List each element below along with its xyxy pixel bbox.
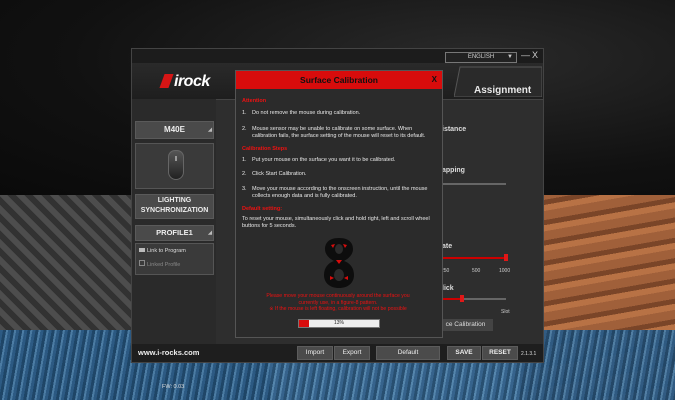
profile-options: Link to Program Linked Profile [135, 243, 214, 275]
calibration-warning: Please move your mouse continuously arou… [266, 293, 410, 312]
language-value: ENGLISH [467, 54, 495, 60]
corner-arrow-icon: ◢ [208, 127, 212, 133]
reset-button[interactable]: RESET [482, 346, 518, 360]
sidebar: M40E ◢ LIGHTING SYNCHRONIZATION PROFILE1… [132, 99, 216, 390]
figure-8-icon [324, 238, 354, 288]
attention-item: 2. Mouse sensor may be unable to calibrat… [242, 126, 426, 139]
chevron-down-icon: ▼ [507, 54, 513, 60]
mapping-slider[interactable] [442, 183, 506, 185]
mouse-icon [168, 150, 184, 180]
rate-tick-500: 500 [472, 268, 481, 274]
dialog-close-button[interactable]: X [432, 71, 437, 89]
website-link[interactable]: www.i-rocks.com [138, 348, 199, 357]
model-button[interactable]: M40E ◢ [135, 121, 214, 139]
title-bar: ENGLISH ▼ — X [132, 49, 543, 63]
language-select[interactable]: ENGLISH ▼ [445, 52, 517, 63]
mapping-label: apping [442, 167, 465, 174]
corner-arrow-icon: ◢ [208, 230, 212, 236]
rate-tick-1000: 1000 [499, 268, 511, 274]
step-item: 2. Click Start Calibration. [242, 171, 307, 177]
double-click-slider[interactable] [462, 298, 506, 300]
steps-header: Calibration Steps [242, 146, 288, 152]
minimize-button[interactable]: — [521, 50, 530, 60]
dialog-title: Surface Calibration X [236, 71, 442, 89]
app-version: 2.1.3.1 [521, 351, 537, 357]
progress-label: 13% [333, 320, 344, 326]
checkbox-icon [139, 260, 145, 266]
import-button[interactable]: Import [297, 346, 333, 360]
default-setting-header: Default setting: [242, 206, 283, 212]
double-click-knob[interactable] [460, 295, 464, 302]
step-item: 1. Put your mouse on the surface you want… [242, 157, 396, 163]
lift-off-distance-label: istance [442, 126, 467, 133]
double-click-label: lick [442, 285, 454, 292]
save-button[interactable]: SAVE [447, 346, 481, 360]
lighting-sync-button[interactable]: LIGHTING SYNCHRONIZATION [135, 194, 214, 219]
polling-rate-slider[interactable] [442, 257, 506, 259]
step-item: 3. Move your mouse according to the onscr… [242, 186, 428, 199]
profile-button[interactable]: PROFILE1 ◢ [135, 225, 214, 241]
window-close-button[interactable]: X [532, 50, 538, 60]
surface-calibration-button[interactable]: ce Calibration [438, 319, 493, 331]
attention-item: 1. Do not remove the mouse during calibra… [242, 110, 361, 116]
polling-rate-knob[interactable] [504, 254, 508, 261]
linked-profile-option[interactable]: Linked Profile [139, 260, 180, 268]
calibration-progress-bar: 13% [298, 319, 380, 328]
export-button[interactable]: Export [334, 346, 370, 360]
default-setting-text: To reset your mouse, simultaneously clic… [242, 216, 430, 229]
attention-header: Attention [242, 98, 267, 104]
double-click-slider-fill [442, 298, 462, 300]
polling-rate-label: ate [442, 243, 453, 250]
logo-mark-icon [159, 74, 174, 88]
link-to-program-option[interactable]: Link to Program [139, 248, 186, 254]
tab-assignment[interactable]: Assignment [454, 77, 542, 103]
brand-logo: irock [159, 73, 210, 91]
click-tick-label: Slot [501, 309, 510, 315]
firmware-version: FW: 0.03 [162, 384, 185, 390]
folder-icon [139, 248, 145, 252]
bottom-bar: www.i-rocks.com Import Export Default SA… [132, 344, 543, 362]
default-button[interactable]: Default [376, 346, 440, 360]
mouse-preview [135, 143, 214, 189]
